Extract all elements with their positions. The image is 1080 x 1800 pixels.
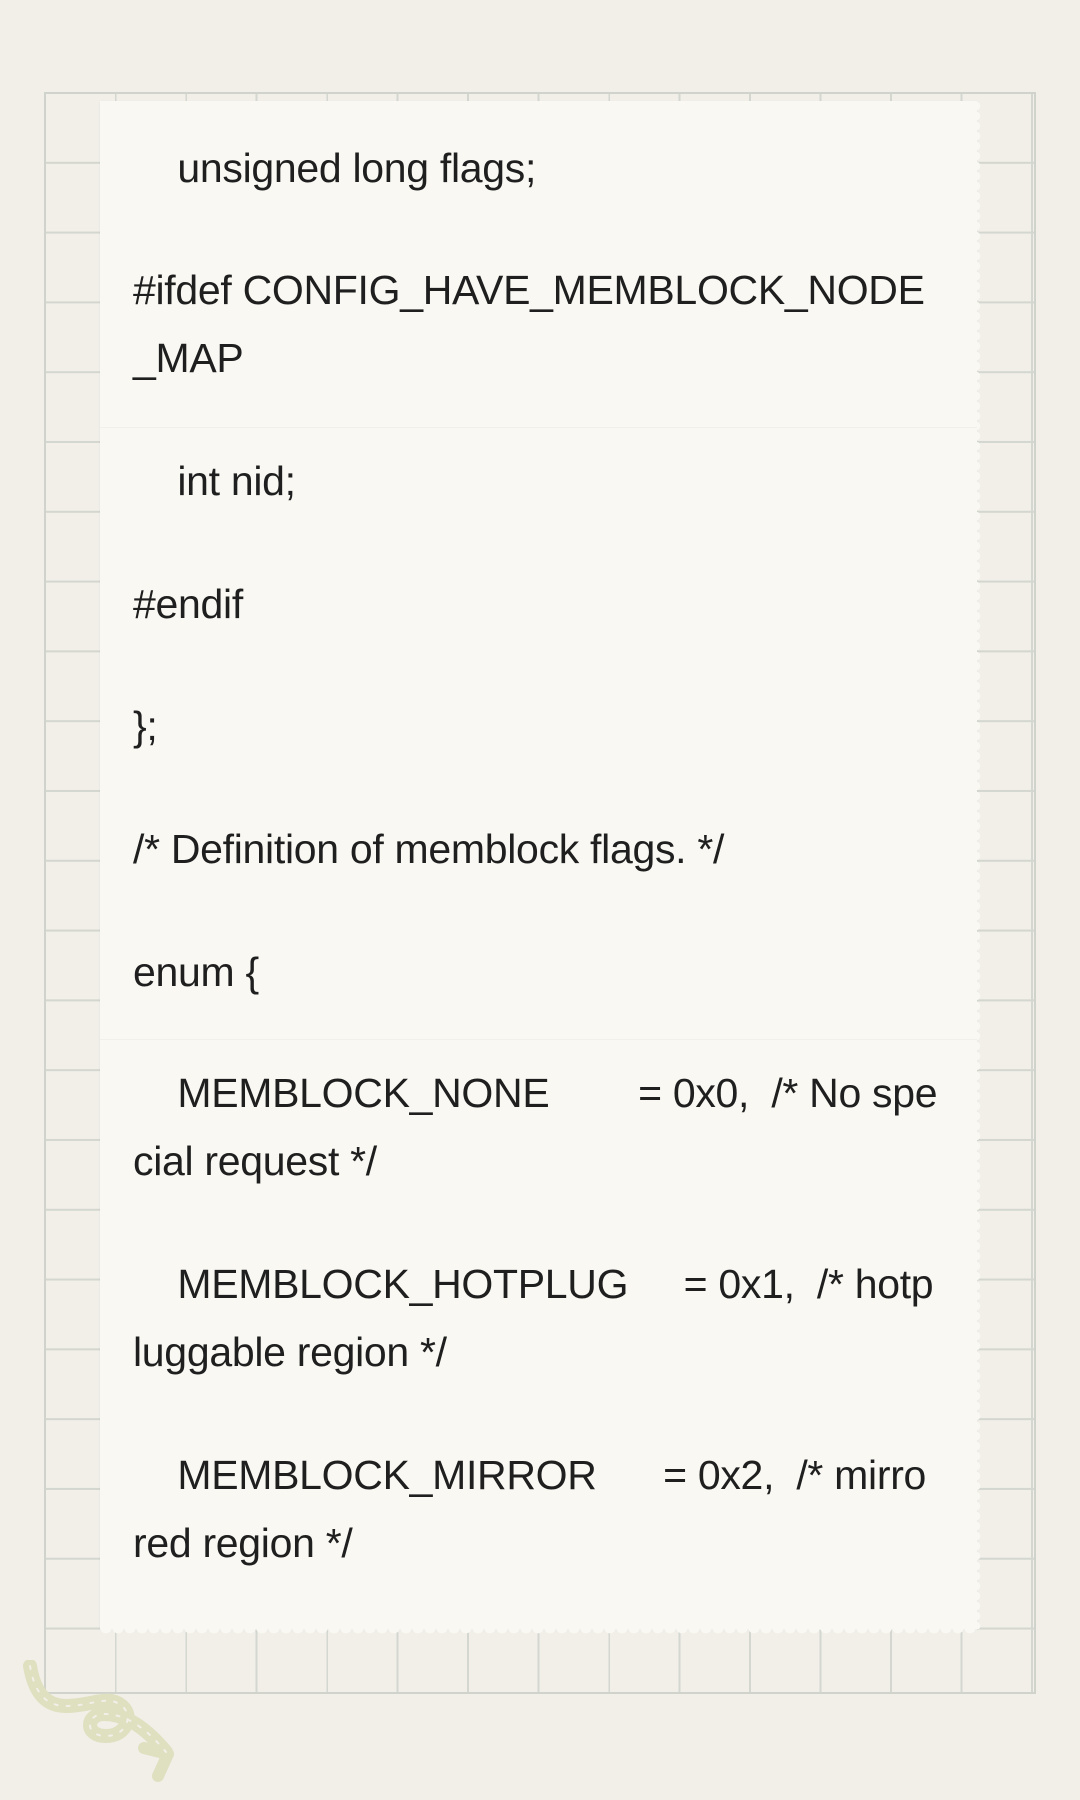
code-line: cial request */ [133,1138,377,1184]
code-line: red region */ [133,1520,353,1566]
code-line: luggable region */ [133,1329,447,1375]
divider [100,1039,977,1040]
code-line: enum { [133,949,259,995]
code-line: unsigned long flags; [133,145,537,191]
code-line: int nid; [133,458,296,504]
code-line: #ifdef CONFIG_HAVE_MEMBLOCK_NODE [133,267,925,313]
code-paper: unsigned long flags; #ifdef CONFIG_HAVE_… [100,101,982,1637]
code-line: MEMBLOCK_NONE = 0x0, /* No spe [133,1070,938,1116]
code-line: /* Definition of memblock flags. */ [133,826,725,872]
code-line: MEMBLOCK_MIRROR = 0x2, /* mirro [133,1452,927,1498]
code-line: #endif [133,581,243,627]
code-line: }; [133,703,158,749]
divider [100,427,977,428]
code-line: MEMBLOCK_HOTPLUG = 0x1, /* hotp [133,1261,934,1307]
squiggle-arrow-icon [23,1660,174,1782]
code-line: _MAP [133,335,244,381]
